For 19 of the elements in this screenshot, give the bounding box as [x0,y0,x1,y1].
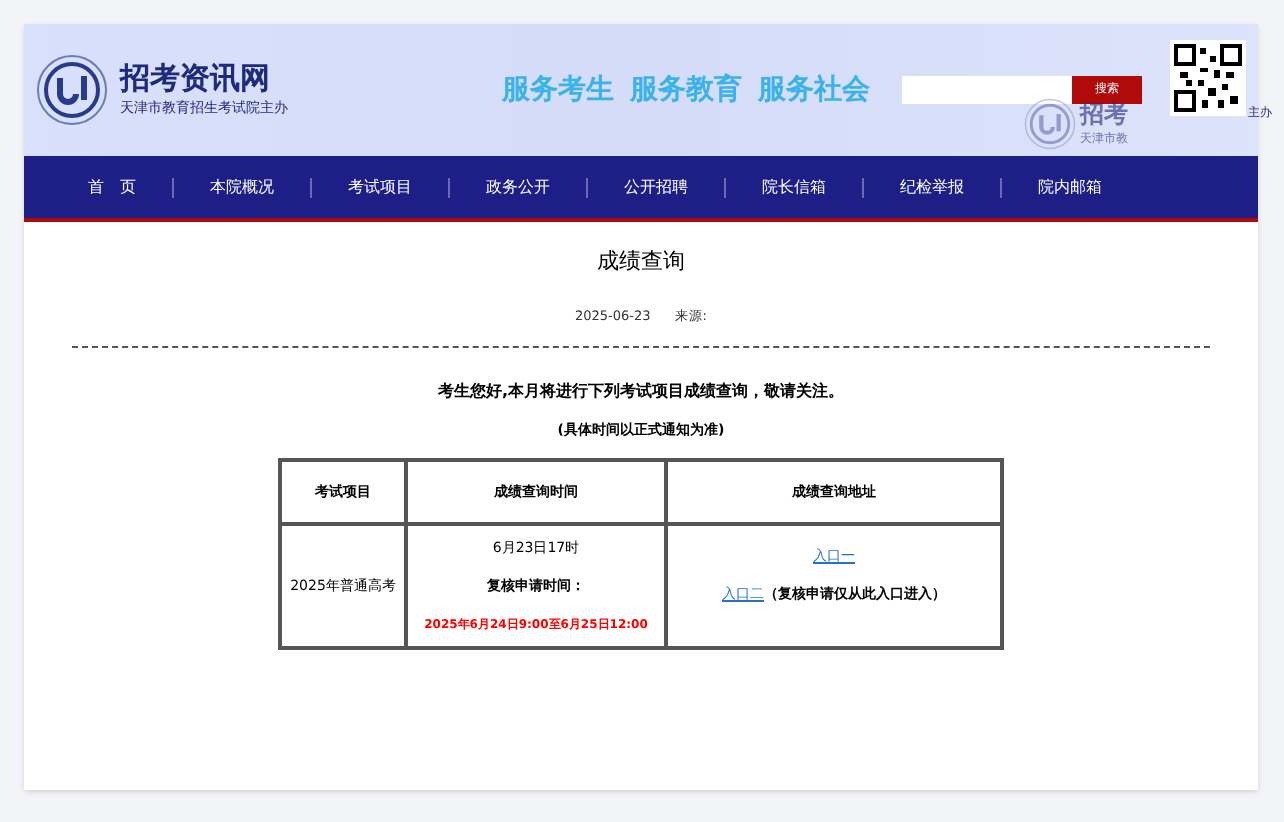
slogan-text: 服务教育 [630,71,742,109]
background-logo-title: 招考 [1080,100,1128,130]
article-title: 成绩查询 [597,246,685,278]
slogan-text: 服务社会 [758,71,870,109]
nav-link[interactable]: 院长信箱 [726,175,862,199]
nav-link[interactable]: 本院概况 [174,175,310,199]
search-field[interactable] [902,76,1072,104]
nav-link[interactable]: 首 页 [52,175,172,199]
nav-link[interactable]: 考试项目 [312,175,448,199]
emblem-logo [36,54,108,126]
intro-text: 考生您好,本月将进行下列考试项目成绩查询，敬请关注。 [437,380,845,405]
slogan-text: 服务考生 [502,71,614,109]
site-name: 招考资讯网 [120,60,272,99]
qr-code-icon [1170,40,1246,116]
emblem-logo [1024,98,1076,150]
nav-link[interactable]: 院内邮箱 [1002,175,1138,199]
nav-link[interactable]: 政务公开 [450,175,586,199]
nav-link[interactable]: 公开招聘 [588,175,724,199]
nav-link[interactable]: 纪检举报 [864,175,1000,199]
